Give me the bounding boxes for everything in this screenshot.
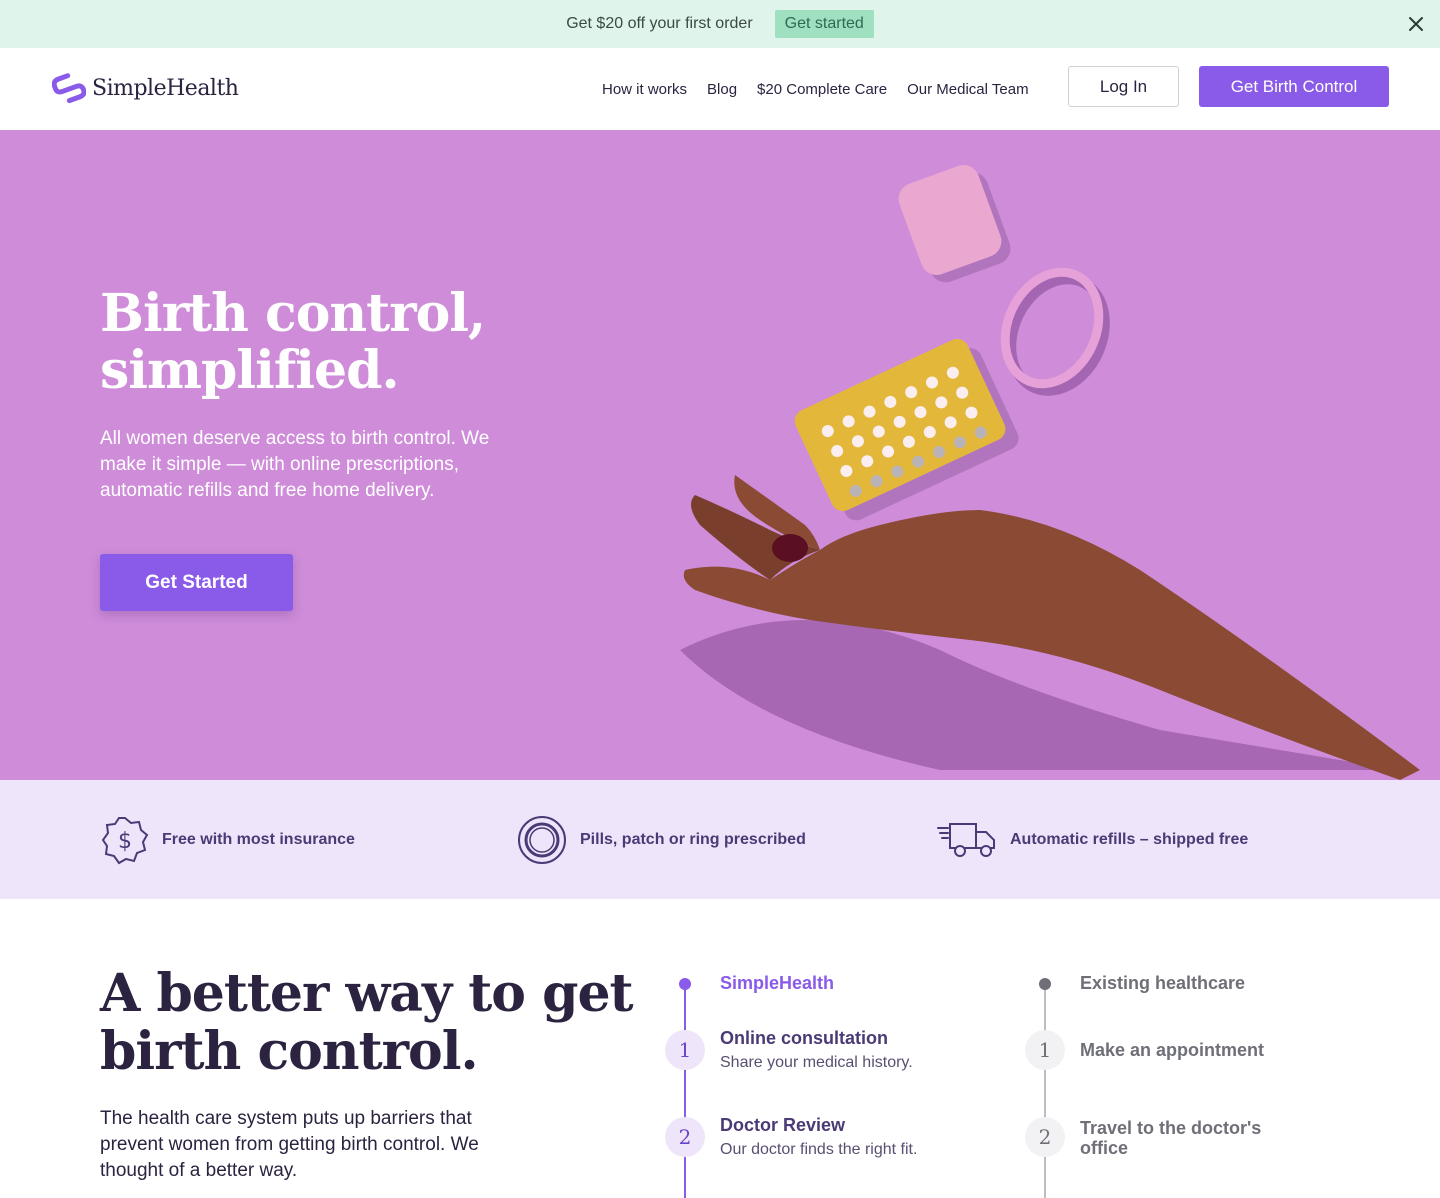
feature-insurance: $ Free with most insurance (100, 780, 355, 899)
section-title: A better way to get birth control. (100, 963, 634, 1082)
existing-healthcare-column: Existing healthcare 1 Make an appointmen… (1025, 960, 1345, 1198)
step-title: Doctor Review (720, 1115, 846, 1135)
login-button[interactable]: Log In (1068, 66, 1179, 107)
features-strip: $ Free with most insurance Pills, patch … (0, 780, 1440, 899)
patch-icon (898, 165, 1011, 283)
step-title: Online consultation (720, 1028, 889, 1048)
step-description: Our doctor finds the right fit. (720, 1141, 918, 1158)
svg-text:$: $ (118, 829, 132, 854)
pill-ring-icon (518, 815, 566, 864)
get-birth-control-button[interactable]: Get Birth Control (1199, 66, 1389, 107)
nav-medical-team[interactable]: Our Medical Team (907, 81, 1028, 98)
promo-text: Get $20 off your first order (566, 15, 753, 32)
hero-illustration (680, 165, 1420, 780)
site-header: SimpleHealth How it works Blog $20 Compl… (0, 48, 1440, 130)
step-description: Share your medical history. (720, 1054, 913, 1071)
hero-section: Birth control, simplified. All women des… (0, 130, 1440, 780)
feature-prescribed: Pills, patch or ring prescribed (516, 780, 806, 899)
main-nav: How it works Blog $20 Complete Care Our … (602, 48, 1029, 130)
hero-title-line1: Birth control, (100, 283, 486, 344)
dollar-badge-icon: $ (101, 816, 149, 864)
step-title: Make an appointment (1080, 1040, 1265, 1060)
promo-get-started-button[interactable]: Get started (774, 10, 874, 38)
step-title-line2: office (1080, 1138, 1129, 1158)
step-title-line1: Travel to the doctor's (1080, 1118, 1262, 1138)
logo[interactable]: SimpleHealth (52, 71, 239, 105)
ring-icon (1000, 267, 1110, 396)
section-subtitle: The health care system puts up barriers … (100, 1108, 479, 1181)
feature-label: Automatic refills – shipped free (1010, 830, 1249, 848)
step-number: 1 (665, 1030, 705, 1070)
nav-blog[interactable]: Blog (707, 81, 737, 98)
hero-subtitle: All women deserve access to birth contro… (100, 428, 490, 501)
step-title: Travel to the doctor's office (1080, 1118, 1261, 1158)
delivery-truck-icon (937, 822, 995, 857)
nav-complete-care[interactable]: $20 Complete Care (757, 81, 887, 98)
timeline-dot (1039, 978, 1051, 990)
timeline-dot (679, 978, 691, 990)
section-title-line2: birth control. (100, 1021, 479, 1082)
column-heading: Existing healthcare (1080, 973, 1246, 993)
hero-title-line2: simplified. (100, 340, 400, 401)
section-title-line1: A better way to get (100, 963, 634, 1024)
close-icon[interactable] (1404, 12, 1428, 36)
step-number: 2 (1025, 1117, 1065, 1157)
step-number: 2 (665, 1117, 705, 1157)
hero-title: Birth control, simplified. (100, 283, 486, 401)
pill-pack-icon (794, 338, 1019, 521)
nav-how-it-works[interactable]: How it works (602, 81, 687, 98)
timeline-line (1044, 984, 1046, 1198)
feature-refills: Automatic refills – shipped free (936, 780, 1248, 899)
feature-label: Free with most insurance (162, 830, 355, 848)
simplehealth-column: SimpleHealth 1 Online consultation Share… (665, 960, 985, 1198)
timeline-line (684, 984, 686, 1198)
feature-label: Pills, patch or ring prescribed (580, 830, 806, 848)
promo-banner: Get $20 off your first order Get started (0, 0, 1440, 48)
column-heading: SimpleHealth (720, 973, 835, 993)
logo-text: SimpleHealth (92, 75, 239, 101)
hero-get-started-button[interactable]: Get Started (100, 554, 293, 611)
step-number: 1 (1025, 1030, 1065, 1070)
simplehealth-logo-icon (52, 73, 86, 104)
